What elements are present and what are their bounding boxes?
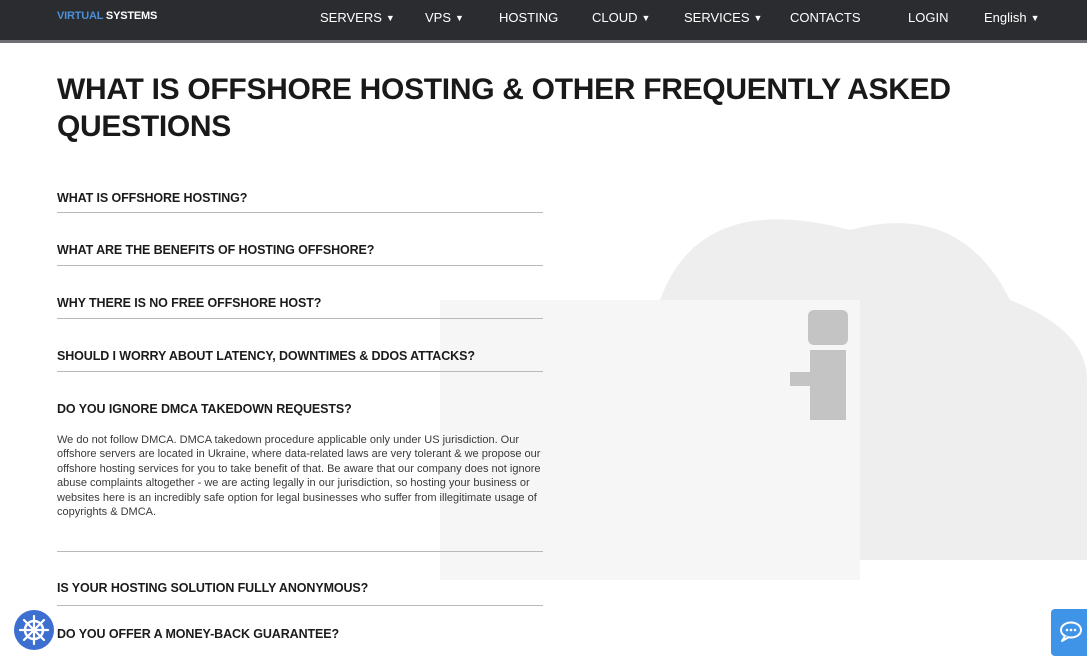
nav-services-label: SERVICES (684, 10, 750, 25)
faq-divider (57, 265, 543, 266)
site-logo[interactable]: VIRTUAL SYSTEMS (57, 10, 157, 22)
page-header: WHAT IS OFFSHORE HOSTING & OTHER FREQUEN… (57, 71, 957, 145)
logo-text: SYSTEMS (103, 10, 158, 22)
language-label: English (984, 10, 1027, 25)
faq-divider (57, 605, 543, 606)
nav-services[interactable]: SERVICES ▼ (684, 10, 762, 25)
nav-login[interactable]: LOGIN (908, 10, 948, 25)
nav-hosting[interactable]: HOSTING (499, 10, 558, 25)
caret-down-icon: ▼ (385, 13, 395, 23)
faq-question-no-free-host[interactable]: WHY THERE IS NO FREE OFFSHORE HOST? (57, 296, 321, 310)
caret-down-icon: ▼ (753, 13, 763, 23)
helm-wheel-icon[interactable] (14, 610, 54, 650)
faq-divider (57, 371, 543, 372)
faq-divider (57, 212, 543, 213)
chat-bubble-icon[interactable] (1051, 609, 1087, 656)
faq-question-latency[interactable]: SHOULD I WORRY ABOUT LATENCY, DOWNTIMES … (57, 349, 475, 363)
logo-accent-text: VIRTUAL (57, 10, 104, 22)
nav-vps-label: VPS (425, 10, 452, 25)
faq-divider (57, 551, 543, 552)
nav-servers[interactable]: SERVERS ▼ (320, 10, 395, 25)
faq-question-benefits[interactable]: WHAT ARE THE BENEFITS OF HOSTING OFFSHOR… (57, 243, 374, 257)
faq-question-what-is-offshore[interactable]: WHAT IS OFFSHORE HOSTING? (57, 191, 247, 205)
top-navbar: VIRTUAL SYSTEMS SERVERS ▼ VPS ▼ HOSTING CL… (0, 0, 1087, 43)
caret-down-icon: ▼ (1030, 13, 1040, 23)
page-title: WHAT IS OFFSHORE HOSTING & OTHER FREQUEN… (57, 73, 951, 143)
caret-down-icon: ▼ (641, 13, 651, 23)
faq-answer-dmca: We do not follow DMCA. DMCA takedown pro… (57, 434, 541, 519)
faq-divider (57, 318, 543, 319)
nav-cloud[interactable]: CLOUD ▼ (592, 10, 650, 25)
nav-login-label: LOGIN (908, 10, 949, 25)
caret-down-icon: ▼ (455, 13, 464, 23)
faq-question-dmca[interactable]: DO YOU IGNORE DMCA TAKEDOWN REQUESTS? (57, 402, 352, 416)
nav-vps[interactable]: VPS ▼ (425, 10, 464, 25)
faq-question-money-back[interactable]: DO YOU OFFER A MONEY-BACK GUARANTEE? (57, 627, 339, 641)
nav-hosting-label: HOSTING (499, 10, 559, 25)
nav-servers-label: SERVERS (320, 10, 382, 25)
faq-question-anonymous[interactable]: IS YOUR HOSTING SOLUTION FULLY ANONYMOUS… (57, 581, 368, 595)
nav-contacts[interactable]: CONTACTS (790, 10, 861, 25)
nav-cloud-label: CLOUD (592, 10, 638, 25)
language-selector[interactable]: English ▼ (984, 10, 1040, 25)
nav-contacts-label: CONTACTS (790, 10, 861, 25)
